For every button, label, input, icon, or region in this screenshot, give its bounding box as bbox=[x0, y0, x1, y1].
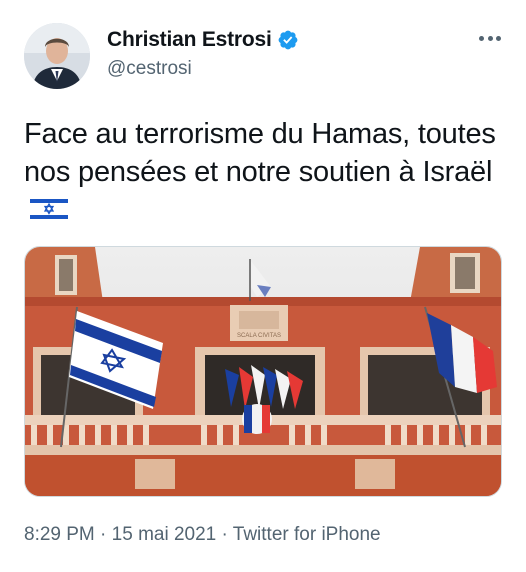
author-avatar[interactable] bbox=[24, 23, 90, 89]
portrait-avatar-icon bbox=[24, 23, 90, 89]
israel-flag-emoji-icon bbox=[30, 194, 68, 222]
author-handle[interactable]: @cestrosi bbox=[107, 58, 192, 80]
svg-text:SCALA CIVITAS: SCALA CIVITAS bbox=[237, 333, 281, 339]
verified-badge-icon bbox=[277, 29, 299, 51]
tweet-photo[interactable]: SCALA CIVITAS bbox=[24, 246, 502, 497]
meta-separator: · bbox=[100, 524, 107, 545]
meta-separator: · bbox=[221, 524, 228, 545]
tweet-meta: 8:29 PM · 15 mai 2021 · Twitter for iPho… bbox=[24, 524, 381, 546]
dot-icon bbox=[479, 35, 484, 41]
tweet-body: Face au terrorisme du Hamas, toutes nos … bbox=[24, 118, 496, 188]
tweet-date[interactable]: 15 mai 2021 bbox=[112, 524, 217, 545]
photo-city-hall-flags-icon: SCALA CIVITAS bbox=[25, 247, 501, 496]
tweet-card: Christian Estrosi @cestrosi Face au terr… bbox=[0, 0, 526, 572]
tweet-time[interactable]: 8:29 PM bbox=[24, 524, 95, 545]
more-options-button[interactable] bbox=[476, 26, 504, 50]
author-name-row[interactable]: Christian Estrosi bbox=[107, 28, 299, 52]
dot-icon bbox=[487, 35, 493, 41]
tweet-text: Face au terrorisme du Hamas, toutes nos … bbox=[24, 115, 504, 229]
author-name[interactable]: Christian Estrosi bbox=[107, 28, 272, 52]
dot-icon bbox=[496, 35, 501, 41]
tweet-source[interactable]: Twitter for iPhone bbox=[233, 524, 381, 545]
